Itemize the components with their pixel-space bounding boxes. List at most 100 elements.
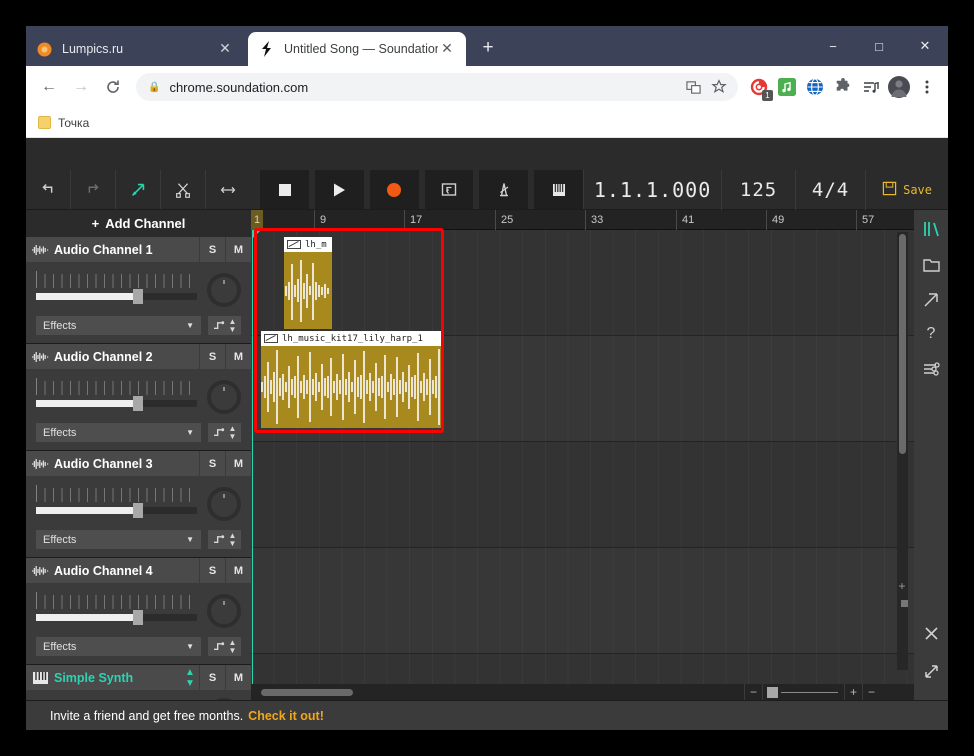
back-button[interactable]: ← [34,72,64,102]
channel-header[interactable]: Audio Channel 2 S M [26,344,251,369]
automation-button[interactable]: ▲ ▼ [208,530,241,549]
browser-tab-lumpics[interactable]: Lumpics.ru ✕ [26,32,244,66]
export-icon[interactable] [919,288,943,310]
undo-button[interactable] [26,170,71,209]
record-button[interactable] [369,170,419,209]
effects-dropdown[interactable]: Effects ▼ [36,637,201,656]
instrument-selector-arrows[interactable]: ▲ ▼ [181,667,199,689]
mute-button[interactable]: M [225,344,251,369]
mute-button[interactable]: M [225,665,251,690]
time-signature-display[interactable]: 4/4 [796,169,867,210]
forward-button[interactable]: → [66,72,96,102]
zoom-out-button[interactable]: − [744,684,762,700]
mute-button[interactable]: M [225,237,251,262]
app-body: + Add Channel Audio Channel 1 S M Effect… [26,210,948,730]
adblock-icon[interactable]: 1 [746,74,773,101]
effects-dropdown[interactable]: Effects ▼ [36,530,201,549]
fader-handle[interactable] [132,503,143,518]
metronome-button[interactable] [479,170,529,209]
pan-knob[interactable] [207,487,241,521]
track-lane[interactable] [251,442,914,548]
save-button[interactable]: Save [866,170,948,209]
volume-fader[interactable] [36,484,197,524]
url-input[interactable]: 🔒 chrome.soundation.com [136,73,738,101]
pointer-tool[interactable] [116,170,161,209]
channel-header[interactable]: Audio Channel 3 S M [26,451,251,476]
automation-button[interactable]: ▲ ▼ [208,316,241,335]
mute-button[interactable]: M [225,451,251,476]
timeline-ruler[interactable]: 1 9 17 25 33 41 49 57 65 73 [251,210,914,230]
channel-header[interactable]: Simple Synth ▲ ▼ S M [26,665,251,690]
close-window-button[interactable]: ✕ [902,26,948,66]
pan-knob[interactable] [207,380,241,414]
browser-tab-soundation[interactable]: Untitled Song — Soundation Stu ✕ [248,32,466,66]
track-lane[interactable] [251,230,914,336]
solo-button[interactable]: S [199,665,225,690]
automation-button[interactable]: ▲ ▼ [208,423,241,442]
solo-button[interactable]: S [199,237,225,262]
arranger-grid[interactable] [251,230,914,730]
globe-extension-icon[interactable] [802,74,828,100]
channel-header[interactable]: Audio Channel 1 S M [26,237,251,262]
keyboard-button[interactable] [534,170,584,209]
zoom-in-button[interactable]: + [844,684,862,700]
automation-button[interactable]: ▲ ▼ [208,637,241,656]
stop-button[interactable] [260,170,310,209]
fader-handle[interactable] [132,610,143,625]
redo-button[interactable] [71,170,116,209]
zoom-slider[interactable] [762,684,844,700]
help-icon[interactable]: ? [919,323,943,345]
settings-sliders-icon[interactable] [919,358,943,380]
puzzle-extension-icon[interactable] [830,74,856,100]
volume-fader[interactable] [36,591,197,631]
resize-tool[interactable] [206,170,251,209]
channel-name: Simple Synth [54,670,134,685]
effects-dropdown[interactable]: Effects ▼ [36,316,201,335]
tab-close-button[interactable]: ✕ [438,40,456,58]
promo-cta-link[interactable]: Check it out! [248,709,324,723]
zoom-slider-thumb[interactable] [767,686,778,698]
loop-button[interactable] [424,170,474,209]
pan-knob[interactable] [207,273,241,307]
channel-header[interactable]: Audio Channel 4 S M [26,558,251,583]
track-lane[interactable] [251,548,914,654]
fader-handle[interactable] [132,289,143,304]
bookmark-tochka[interactable]: Точка [38,116,89,130]
vertical-scrollbar-thumb[interactable] [899,234,906,454]
pan-knob[interactable] [207,594,241,628]
resize-handle[interactable] [901,600,908,607]
vertical-zoom-out-button[interactable]: − [862,684,880,700]
folder-icon[interactable] [919,253,943,275]
solo-button[interactable]: S [199,451,225,476]
add-channel-button[interactable]: + Add Channel [26,210,251,237]
play-button[interactable] [315,170,364,209]
audio-clip[interactable]: lh_music_kit17_lily_harp_1 [261,331,442,428]
fader-handle[interactable] [132,396,143,411]
add-track-button[interactable]: + [896,580,908,592]
reload-button[interactable] [98,72,128,102]
translate-icon[interactable] [680,74,706,100]
audio-clip[interactable]: lh_m [284,237,332,329]
music-extension-icon[interactable] [774,74,800,100]
mute-button[interactable]: M [225,558,251,583]
bookmark-star-icon[interactable] [706,74,732,100]
position-display[interactable]: 1.1.1.000 [584,169,723,210]
expand-icon[interactable] [919,660,943,682]
maximize-button[interactable]: □ [856,26,902,66]
close-icon[interactable] [919,622,943,644]
new-tab-button[interactable]: + [474,35,502,63]
playlist-icon[interactable] [858,74,884,100]
library-icon[interactable] [919,218,943,240]
horizontal-scrollbar-thumb[interactable] [261,688,353,696]
volume-fader[interactable] [36,270,197,310]
tempo-display[interactable]: 125 [722,169,797,210]
minimize-button[interactable]: − [810,26,856,66]
volume-fader[interactable] [36,377,197,417]
solo-button[interactable]: S [199,344,225,369]
tab-close-button[interactable]: ✕ [216,40,234,58]
kebab-menu-icon[interactable] [914,74,940,100]
effects-dropdown[interactable]: Effects ▼ [36,423,201,442]
avatar[interactable] [886,74,912,100]
split-tool[interactable] [161,170,206,209]
solo-button[interactable]: S [199,558,225,583]
